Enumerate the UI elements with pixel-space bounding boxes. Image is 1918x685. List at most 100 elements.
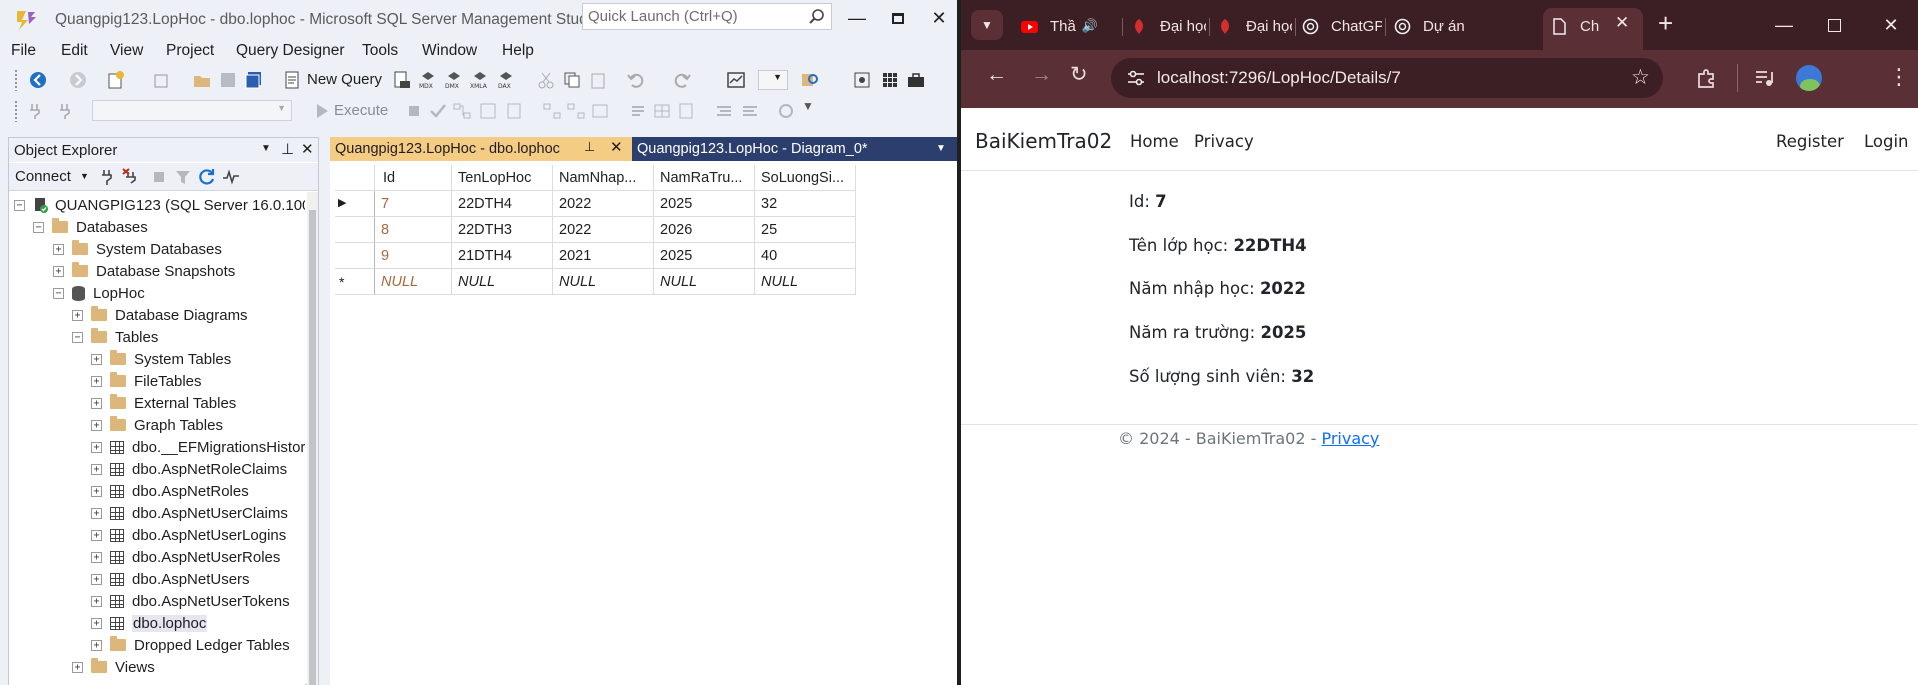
dax-query-icon[interactable]: DAX xyxy=(496,70,516,90)
solution-config-dropdown[interactable]: ▼ xyxy=(758,70,788,90)
new-query-icon[interactable] xyxy=(282,70,302,90)
find-in-files-icon[interactable] xyxy=(800,70,820,90)
grid-cell[interactable]: NULL xyxy=(375,269,452,295)
tab-lophoc-table[interactable]: Quangpig123.LopHoc - dbo.lophoc ⊥ ✕ xyxy=(330,137,632,161)
expand-icon[interactable]: + xyxy=(91,397,102,409)
expand-icon[interactable]: + xyxy=(53,243,64,255)
copy-icon[interactable] xyxy=(562,70,582,90)
stop-icon[interactable] xyxy=(404,101,424,121)
tree-node-server[interactable]: − QUANGPIG123 (SQL Server 16.0.1000. xyxy=(14,194,305,216)
grid-cell[interactable]: 22DTH4 xyxy=(452,191,553,217)
available-databases-dropdown[interactable]: ▼ xyxy=(92,100,292,121)
scrollbar-thumb[interactable] xyxy=(309,210,316,685)
avatar[interactable] xyxy=(1796,65,1822,91)
minimize-button[interactable]: — xyxy=(842,6,872,30)
menu-project[interactable]: Project xyxy=(166,42,214,60)
comment-out-icon[interactable] xyxy=(714,101,734,121)
grid-cell[interactable]: 7 xyxy=(375,191,452,217)
stop-icon[interactable] xyxy=(149,167,169,187)
nav-register[interactable]: Register xyxy=(1776,132,1844,151)
tab-current[interactable]: Ch xyxy=(1551,12,1611,40)
expand-icon[interactable]: + xyxy=(72,661,83,673)
menu-window[interactable]: Window xyxy=(422,42,477,60)
cut-icon[interactable] xyxy=(536,70,556,90)
expand-icon[interactable]: + xyxy=(91,485,102,497)
tree-node-table-selected[interactable]: + dbo.lophoc xyxy=(91,612,208,634)
paste-icon[interactable] xyxy=(588,70,608,90)
client-stats-icon[interactable] xyxy=(590,101,610,121)
grid-cell[interactable]: NULL xyxy=(553,269,654,295)
tree-node-table[interactable]: + dbo.AspNetUserLogins xyxy=(91,524,286,546)
activity-monitor-icon[interactable] xyxy=(221,167,241,187)
grid-cell[interactable]: 2022 xyxy=(553,191,654,217)
collapse-icon[interactable]: − xyxy=(33,221,44,233)
minimize-button[interactable]: — xyxy=(1769,13,1799,37)
activity-monitor-icon[interactable] xyxy=(726,70,746,90)
grid-cell[interactable]: 2025 xyxy=(654,243,755,269)
row-selector[interactable] xyxy=(335,217,375,243)
tree-node-lophoc-db[interactable]: − LopHoc xyxy=(53,282,145,304)
collapse-icon[interactable]: − xyxy=(72,331,83,343)
media-controls-icon[interactable] xyxy=(1753,67,1775,89)
tab-youtube[interactable]: Thầ 🔊 xyxy=(1021,12,1121,40)
panel-options-icon[interactable]: ▼ xyxy=(261,143,271,154)
execute-icon[interactable] xyxy=(312,101,332,121)
forward-icon[interactable] xyxy=(68,70,88,90)
execute-label[interactable]: Execute xyxy=(334,102,388,119)
grid-cell[interactable]: 2021 xyxy=(553,243,654,269)
expand-icon[interactable]: + xyxy=(91,617,102,629)
grid-cell[interactable]: 9 xyxy=(375,243,452,269)
menu-tools[interactable]: Tools xyxy=(362,42,398,60)
connect-icon[interactable] xyxy=(26,101,46,121)
row-selector[interactable]: * xyxy=(335,269,375,295)
tab-search-button[interactable]: ▼ xyxy=(971,10,1003,40)
column-header[interactable]: Id xyxy=(375,165,452,191)
table-row-new[interactable]: * NULL NULL NULL NULL NULL xyxy=(335,269,856,295)
tree-node-database-snapshots[interactable]: + Database Snapshots xyxy=(53,260,235,282)
pin-icon[interactable]: ⊥ xyxy=(584,139,595,155)
grid-cell[interactable]: 2026 xyxy=(654,217,755,243)
tab-diagram[interactable]: Quangpig123.LopHoc - Diagram_0* xyxy=(632,137,902,161)
save-all-icon[interactable] xyxy=(244,70,264,90)
close-button[interactable]: ✕ xyxy=(1876,13,1906,37)
undo-icon[interactable] xyxy=(626,70,646,90)
close-button[interactable]: ✕ xyxy=(924,6,954,30)
grid-cell[interactable]: 2022 xyxy=(553,217,654,243)
site-settings-icon[interactable] xyxy=(1127,70,1145,86)
dmx-query-icon[interactable]: DMX xyxy=(444,70,464,90)
tree-node-databases[interactable]: − Databases xyxy=(33,216,148,238)
tree-node-table[interactable]: + dbo.AspNetRoleClaims xyxy=(91,458,287,480)
expand-icon[interactable]: + xyxy=(91,529,102,541)
nav-privacy[interactable]: Privacy xyxy=(1194,132,1254,151)
grid-cell[interactable]: NULL xyxy=(452,269,553,295)
grid-view-icon[interactable] xyxy=(880,70,900,90)
table-row[interactable]: 9 21DTH4 2021 2025 40 xyxy=(335,243,856,269)
connect-dropdown[interactable]: Connect xyxy=(15,168,71,185)
tab-overflow-icon[interactable]: ▼ xyxy=(936,143,946,154)
refresh-icon[interactable] xyxy=(197,167,217,187)
save-icon[interactable] xyxy=(218,70,238,90)
tab-university-1[interactable]: Đại học xyxy=(1131,12,1206,40)
toolbar-overflow-icon[interactable]: ▼ xyxy=(802,99,814,113)
tree-node-table[interactable]: + dbo.__EFMigrationsHistory xyxy=(91,436,305,458)
menu-view[interactable]: View xyxy=(110,42,143,60)
expand-icon[interactable]: + xyxy=(91,353,102,365)
toolbox-icon[interactable] xyxy=(906,70,926,90)
back-icon[interactable] xyxy=(28,70,48,90)
close-tab-icon[interactable]: ✕ xyxy=(1615,13,1629,33)
table-row[interactable]: 8 22DTH3 2022 2026 25 xyxy=(335,217,856,243)
maximize-button[interactable] xyxy=(883,6,913,30)
connect-dropdown-arrow-icon[interactable]: ▼ xyxy=(80,171,89,181)
menu-query-designer[interactable]: Query Designer xyxy=(236,42,345,60)
tree-node-table[interactable]: + dbo.AspNetUserTokens xyxy=(91,590,290,612)
xmla-query-icon[interactable]: XMLA xyxy=(470,70,490,90)
extensions-icon[interactable] xyxy=(1695,67,1717,89)
connect-server-icon[interactable] xyxy=(97,167,117,187)
new-tab-icon[interactable]: + xyxy=(1658,8,1673,39)
tree-node-dropped-ledger-tables[interactable]: + Dropped Ledger Tables xyxy=(91,634,290,656)
row-selector[interactable]: ▶ xyxy=(335,191,375,217)
display-plan-icon[interactable] xyxy=(452,101,472,121)
address-bar[interactable]: localhost:7296/LopHoc/Details/7 ☆ xyxy=(1111,58,1663,98)
tab-chatgpt[interactable]: ChatGP xyxy=(1302,12,1382,40)
expand-icon[interactable]: + xyxy=(72,309,83,321)
